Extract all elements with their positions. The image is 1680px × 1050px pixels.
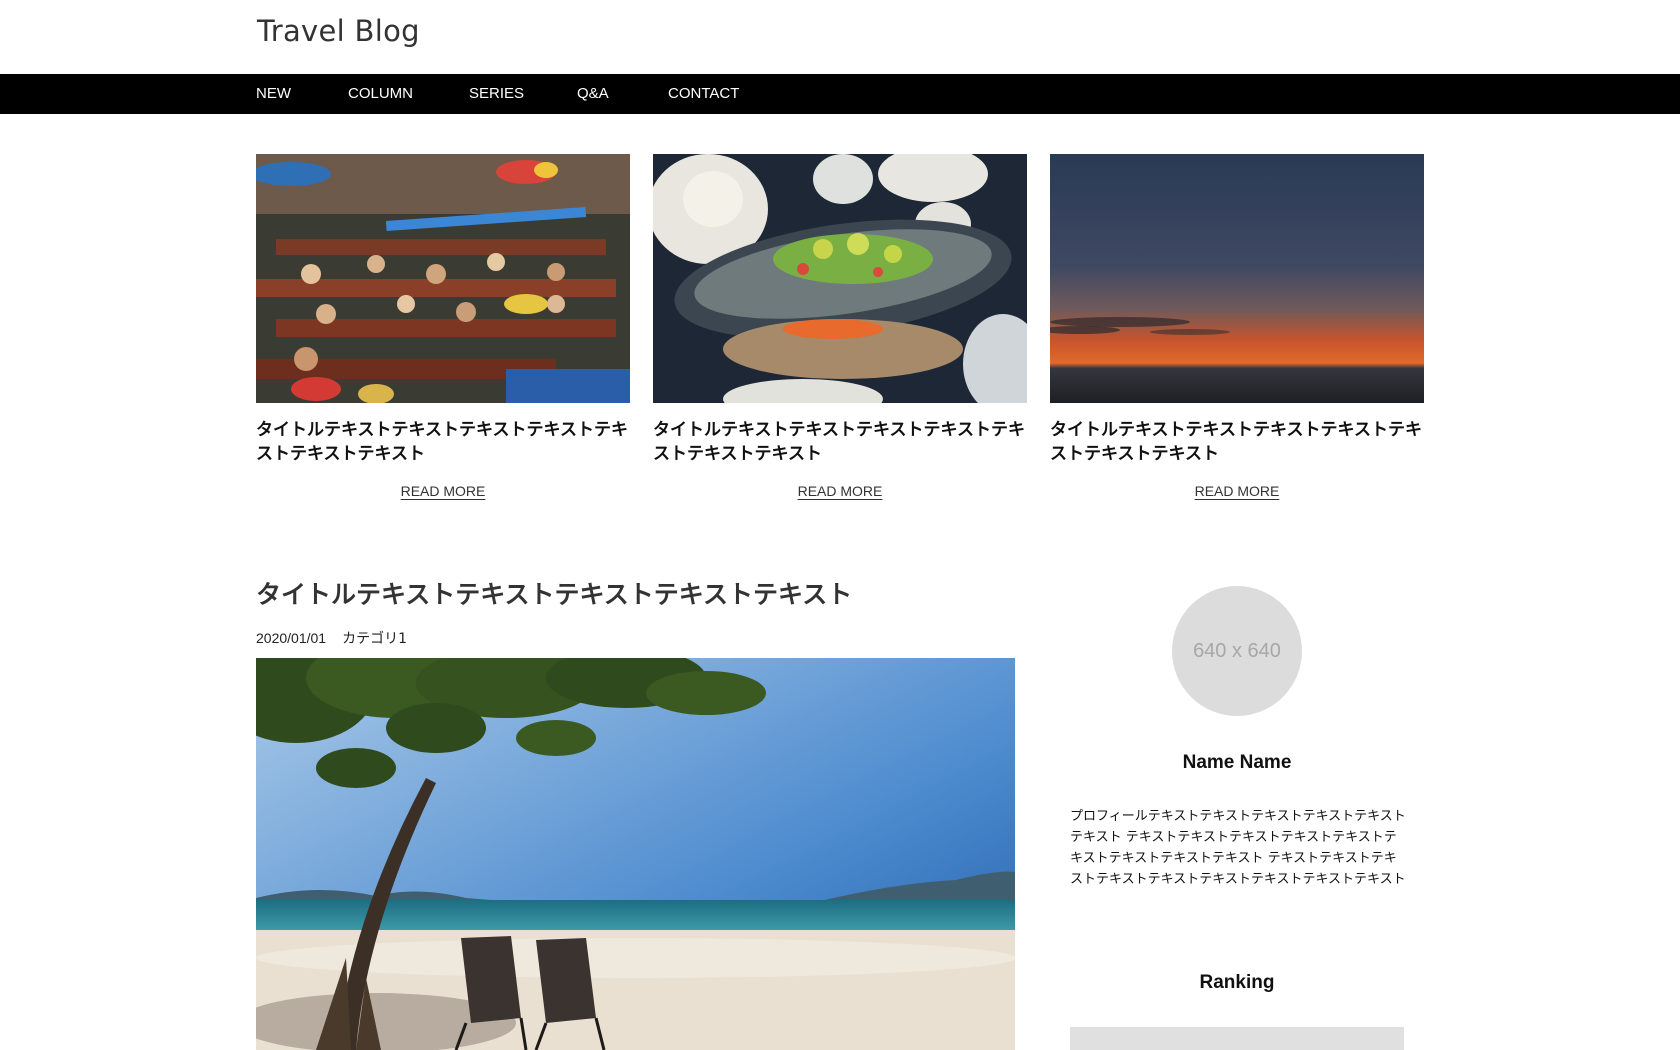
nav-item-column[interactable]: COLUMN bbox=[348, 74, 413, 114]
site-title[interactable]: Travel Blog bbox=[257, 14, 420, 48]
article-card: タイトルテキストテキストテキストテキストテキストテキストテキスト READ MO… bbox=[1050, 154, 1424, 499]
main-nav: NEW COLUMN SERIES Q&A CONTACT bbox=[0, 74, 1680, 114]
post-category[interactable]: カテゴリ1 bbox=[342, 631, 407, 647]
nav-item-qa[interactable]: Q&A bbox=[577, 74, 609, 114]
post-date: 2020/01/01 bbox=[256, 630, 327, 646]
ranking-item-image[interactable] bbox=[1070, 1027, 1404, 1050]
read-more-link[interactable]: READ MORE bbox=[401, 483, 486, 499]
card-image-sunset[interactable] bbox=[1050, 154, 1424, 403]
article-card: タイトルテキストテキストテキストテキストテキストテキストテキスト READ MO… bbox=[653, 154, 1027, 499]
profile-text: プロフィールテキストテキストテキストテキストテキストテキスト テキストテキストテ… bbox=[1070, 809, 1406, 887]
card-image-grilled-fish[interactable] bbox=[653, 154, 1027, 403]
read-more-link[interactable]: READ MORE bbox=[798, 483, 883, 499]
post-title[interactable]: タイトルテキストテキストテキストテキストテキスト bbox=[256, 575, 852, 611]
site-header: Travel Blog bbox=[0, 0, 1680, 74]
nav-item-contact[interactable]: CONTACT bbox=[668, 74, 739, 114]
card-title[interactable]: タイトルテキストテキストテキストテキストテキストテキストテキスト bbox=[1050, 418, 1424, 466]
avatar-placeholder-text: 640 x 640 bbox=[1193, 639, 1281, 662]
ranking-title: Ranking bbox=[1199, 972, 1275, 993]
profile-avatar: 640 x 640 bbox=[1172, 586, 1302, 716]
nav-item-series[interactable]: SERIES bbox=[469, 74, 524, 114]
card-image-floating-market[interactable] bbox=[256, 154, 630, 403]
read-more-link[interactable]: READ MORE bbox=[1195, 483, 1280, 499]
card-title[interactable]: タイトルテキストテキストテキストテキストテキストテキストテキスト bbox=[256, 418, 630, 466]
article-card: タイトルテキストテキストテキストテキストテキストテキストテキスト READ MO… bbox=[256, 154, 630, 499]
profile-name: Name Name bbox=[1182, 752, 1292, 773]
post-hero-image-beach bbox=[256, 658, 1015, 1050]
card-title[interactable]: タイトルテキストテキストテキストテキストテキストテキストテキスト bbox=[653, 418, 1027, 466]
post-meta: 2020/01/01 カテゴリ1 bbox=[256, 628, 407, 648]
nav-item-new[interactable]: NEW bbox=[256, 74, 291, 114]
